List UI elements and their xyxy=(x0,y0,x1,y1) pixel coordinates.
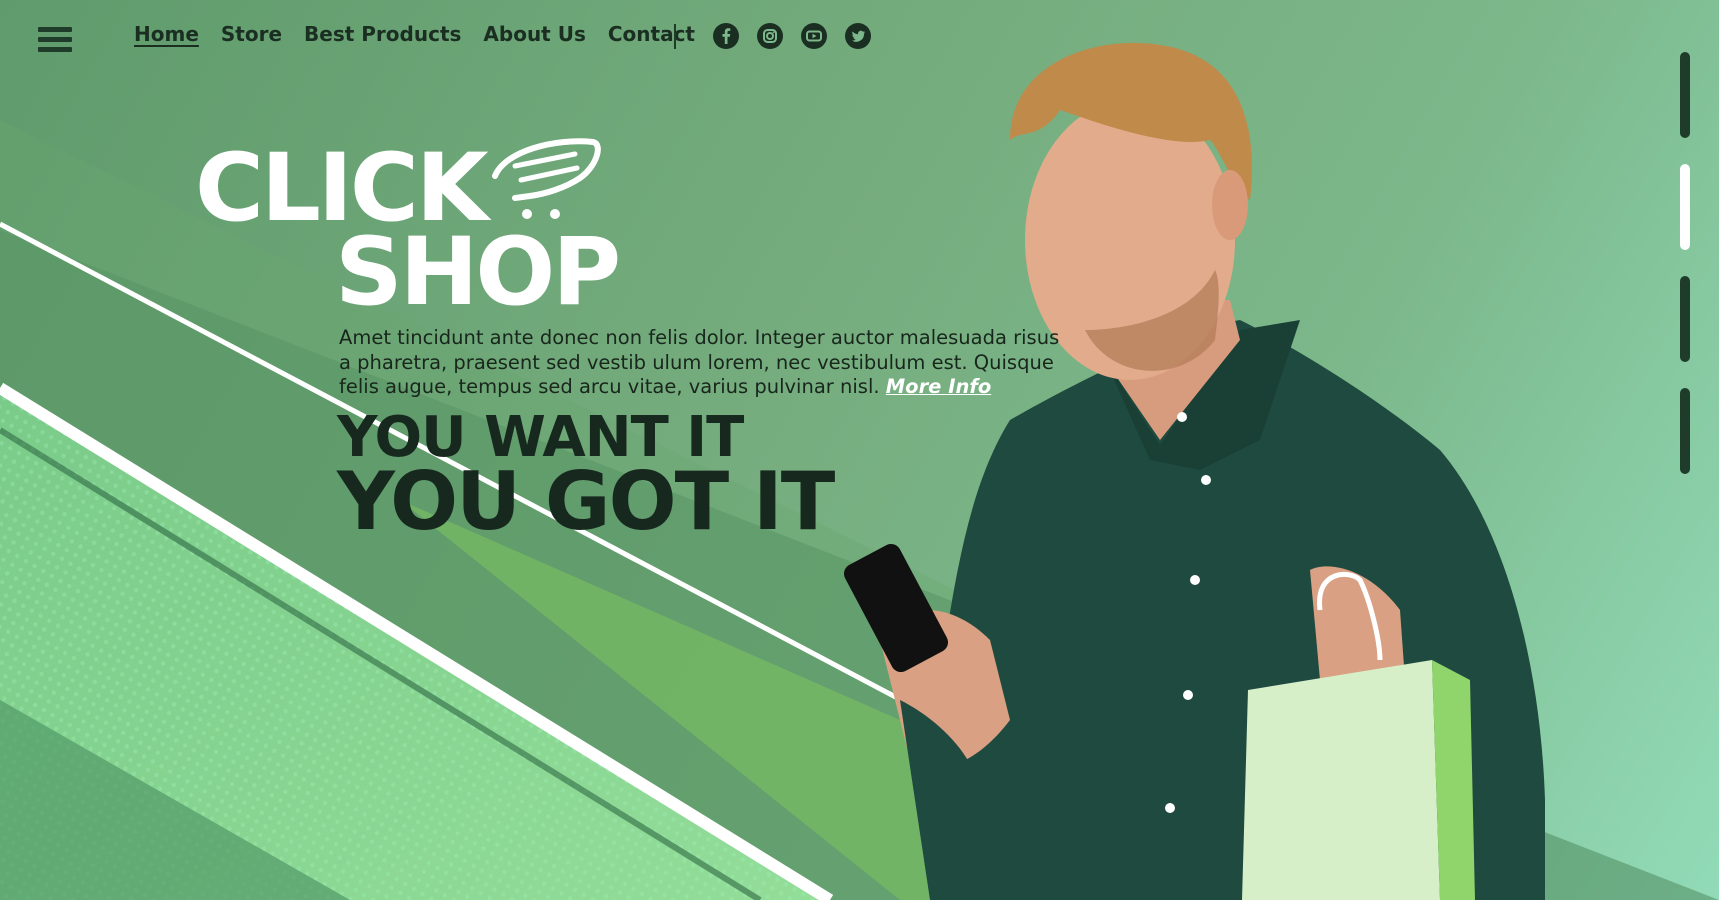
tagline-secondary: YOU GOT IT xyxy=(337,455,835,548)
slide-pager xyxy=(1680,52,1690,500)
social-links xyxy=(713,23,871,49)
nav-divider xyxy=(674,24,676,49)
pager-bar-active[interactable] xyxy=(1680,164,1690,250)
menu-hamburger-icon[interactable] xyxy=(38,27,74,57)
youtube-icon[interactable] xyxy=(801,23,827,49)
more-info-link[interactable]: More Info xyxy=(886,375,991,398)
pager-bar[interactable] xyxy=(1680,388,1690,474)
instagram-icon[interactable] xyxy=(757,23,783,49)
nav-item-contact[interactable]: Contact xyxy=(608,22,695,46)
nav-item-best-products[interactable]: Best Products xyxy=(304,22,461,46)
twitter-icon[interactable] xyxy=(845,23,871,49)
main-nav: Home Store Best Products About Us Contac… xyxy=(134,22,717,46)
nav-item-store[interactable]: Store xyxy=(221,22,282,46)
shopping-cart-icon xyxy=(492,138,601,219)
logo-text-shop: SHOP xyxy=(335,218,621,327)
nav-item-home[interactable]: Home xyxy=(134,22,199,46)
facebook-icon[interactable] xyxy=(713,23,739,49)
hero-description: Amet tincidunt ante donec non felis dolo… xyxy=(339,326,1069,400)
pager-bar[interactable] xyxy=(1680,52,1690,138)
nav-item-about-us[interactable]: About Us xyxy=(483,22,585,46)
pager-bar[interactable] xyxy=(1680,276,1690,362)
